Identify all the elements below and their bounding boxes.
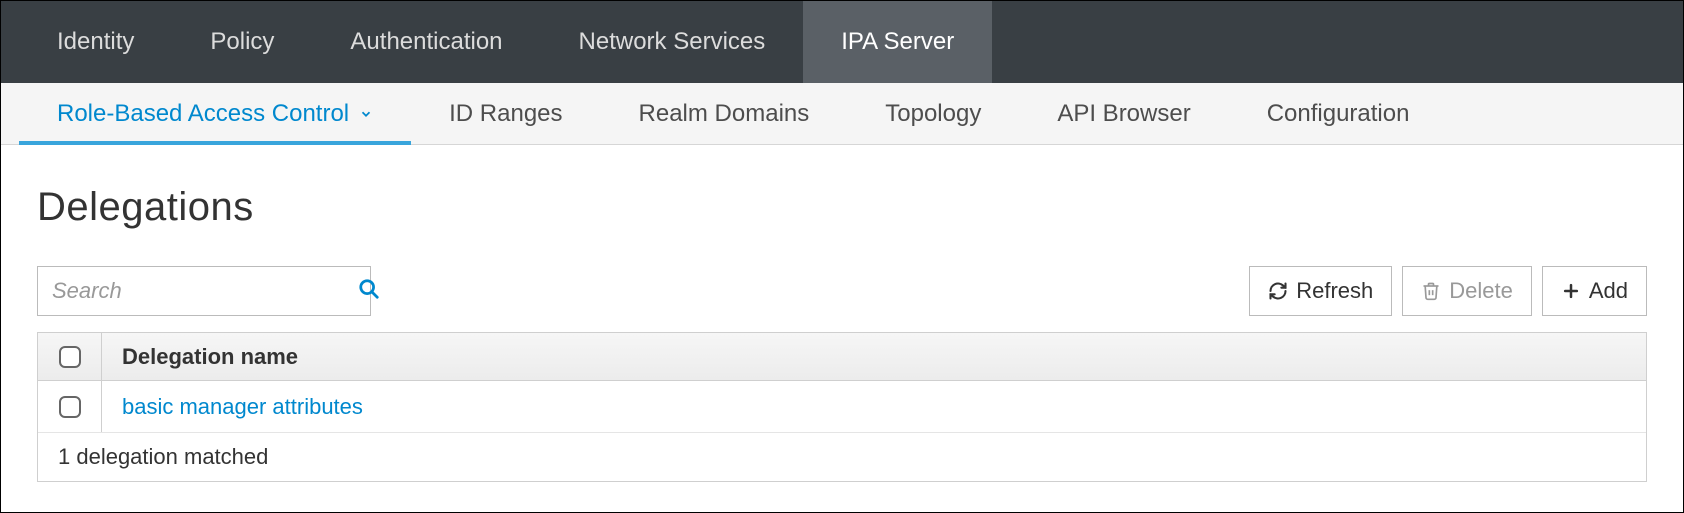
subnav-rbac[interactable]: Role-Based Access Control (19, 83, 411, 144)
table-header: Delegation name (38, 333, 1646, 381)
delegation-link[interactable]: basic manager attributes (122, 394, 363, 419)
delete-button[interactable]: Delete (1402, 266, 1532, 316)
row-select-cell (38, 381, 102, 432)
add-button[interactable]: Add (1542, 266, 1647, 316)
subnav-label: Configuration (1267, 100, 1410, 128)
topnav-policy[interactable]: Policy (172, 1, 312, 83)
page-title: Delegations (37, 185, 1647, 230)
column-header-name[interactable]: Delegation name (102, 344, 1646, 370)
chevron-down-icon (359, 107, 373, 121)
trash-icon (1421, 281, 1441, 301)
subnav-configuration[interactable]: Configuration (1229, 83, 1448, 144)
delegations-table: Delegation name basic manager attributes… (37, 332, 1647, 482)
button-label: Refresh (1296, 278, 1373, 304)
subnav-label: Role-Based Access Control (57, 100, 349, 128)
topnav-authentication[interactable]: Authentication (312, 1, 540, 83)
topnav-network-services[interactable]: Network Services (541, 1, 804, 83)
topnav-label: Network Services (579, 28, 766, 56)
refresh-button[interactable]: Refresh (1249, 266, 1392, 316)
subnav-label: API Browser (1057, 100, 1190, 128)
button-label: Delete (1449, 278, 1513, 304)
subnav-id-ranges[interactable]: ID Ranges (411, 83, 600, 144)
search-input[interactable] (38, 267, 358, 315)
subnav-label: Topology (885, 100, 981, 128)
subnav-topology[interactable]: Topology (847, 83, 1019, 144)
table-row: basic manager attributes (38, 381, 1646, 433)
topnav-label: Policy (210, 28, 274, 56)
row-name-cell: basic manager attributes (102, 394, 1646, 420)
topnav-label: IPA Server (841, 28, 954, 56)
refresh-icon (1268, 281, 1288, 301)
select-all-cell (38, 333, 102, 380)
plus-icon (1561, 281, 1581, 301)
topnav-identity[interactable]: Identity (19, 1, 172, 83)
topnav-ipa-server[interactable]: IPA Server (803, 1, 992, 83)
top-nav: Identity Policy Authentication Network S… (1, 1, 1683, 83)
button-label: Add (1589, 278, 1628, 304)
subnav-realm-domains[interactable]: Realm Domains (601, 83, 848, 144)
select-all-checkbox[interactable] (59, 346, 81, 368)
topnav-label: Authentication (350, 28, 502, 56)
toolbar: Refresh Delete Add (37, 266, 1647, 316)
search-box (37, 266, 371, 316)
row-checkbox[interactable] (59, 396, 81, 418)
subnav-label: ID Ranges (449, 100, 562, 128)
search-button[interactable] (358, 267, 380, 315)
table-footer: 1 delegation matched (38, 433, 1646, 481)
subnav-label: Realm Domains (639, 100, 810, 128)
subnav-api-browser[interactable]: API Browser (1019, 83, 1228, 144)
search-icon (358, 278, 380, 305)
content-area: Delegations Refresh (1, 145, 1683, 502)
topnav-label: Identity (57, 28, 134, 56)
sub-nav: Role-Based Access Control ID Ranges Real… (1, 83, 1683, 145)
